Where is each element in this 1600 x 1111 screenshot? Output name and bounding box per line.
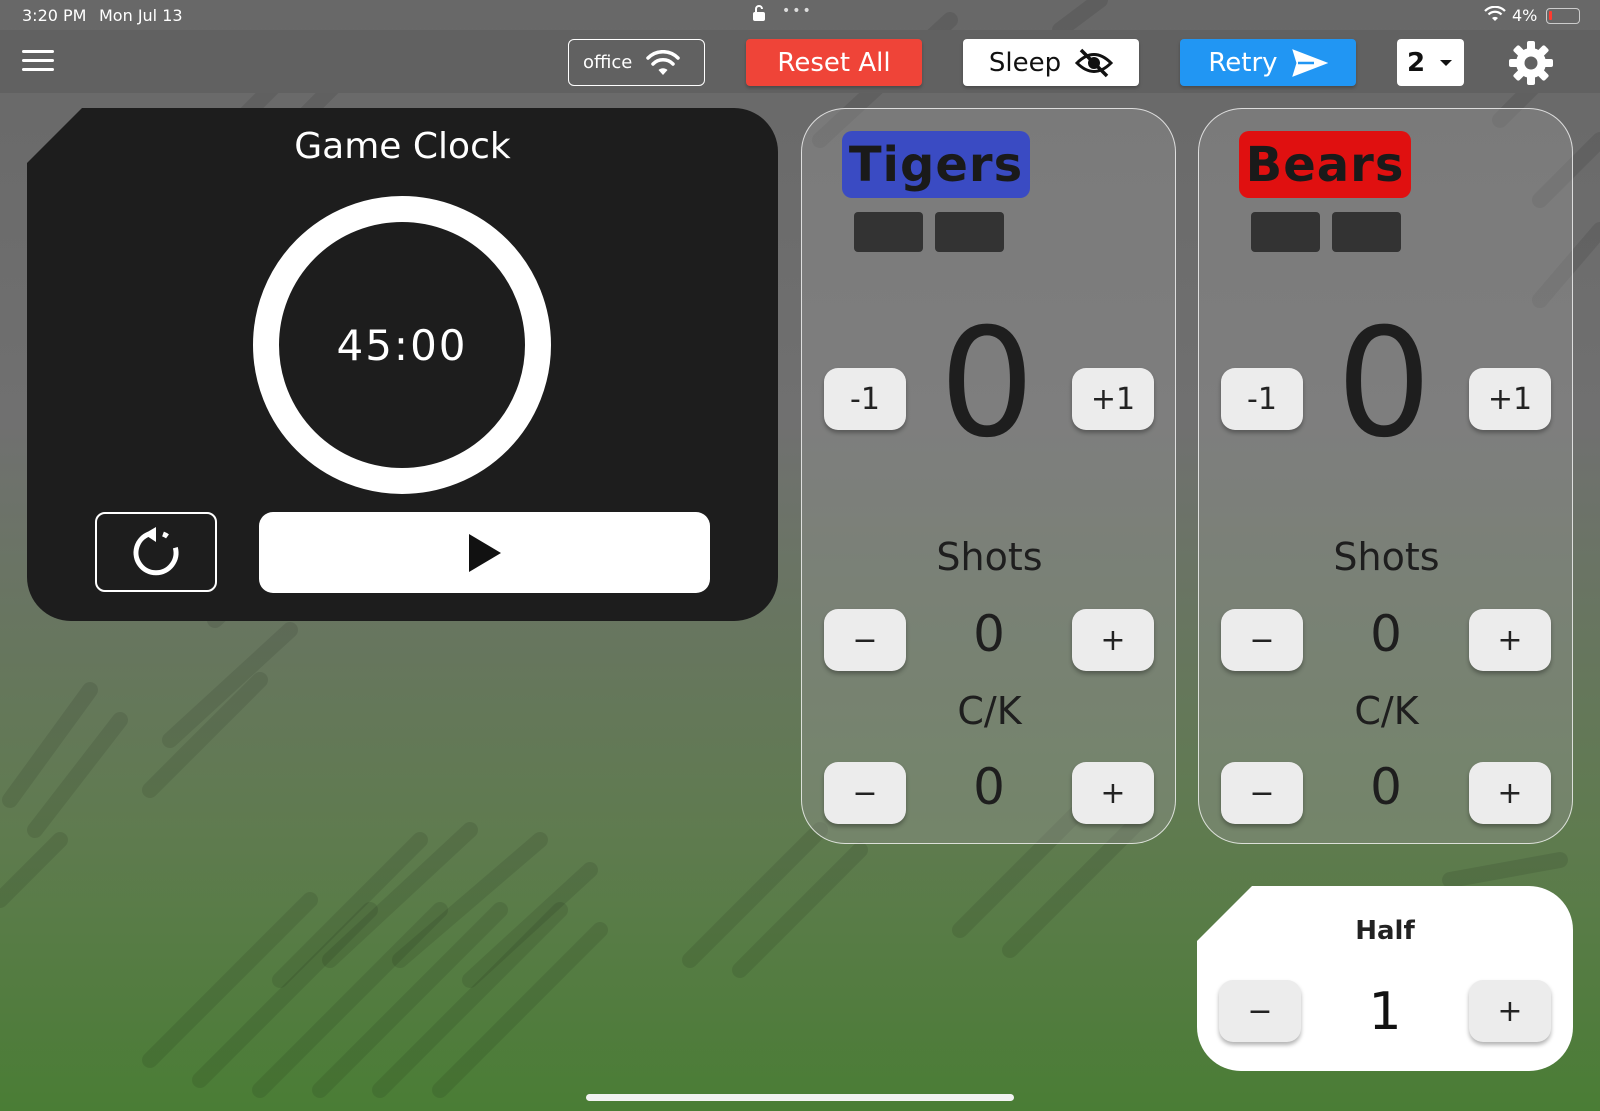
ck-label: C/K bbox=[1354, 689, 1419, 733]
ck-value: 0 bbox=[973, 758, 1005, 816]
play-icon bbox=[468, 533, 501, 572]
retry-label: Retry bbox=[1208, 47, 1278, 78]
status-time: 3:20 PM bbox=[22, 6, 87, 25]
count-value: 2 bbox=[1407, 47, 1426, 78]
game-clock-card: Game Clock 45:00 bbox=[27, 108, 778, 621]
half-minus-button[interactable]: − bbox=[1219, 980, 1301, 1042]
timeout-indicator[interactable] bbox=[854, 212, 923, 252]
score-minus-one-button[interactable]: -1 bbox=[824, 368, 906, 430]
team-panel-home: Tigers -1 0 +1 Shots − 0 + C/K − 0 + bbox=[801, 108, 1176, 844]
play-button[interactable] bbox=[259, 512, 710, 593]
shots-plus-button[interactable]: + bbox=[1072, 609, 1154, 671]
ck-label: C/K bbox=[957, 689, 1022, 733]
game-clock-title: Game Clock bbox=[294, 126, 511, 167]
shots-minus-button[interactable]: − bbox=[824, 609, 906, 671]
reset-all-button[interactable]: Reset All bbox=[746, 39, 922, 86]
retry-button[interactable]: Retry bbox=[1180, 39, 1356, 86]
sleep-label: Sleep bbox=[988, 47, 1062, 78]
network-button[interactable]: office bbox=[568, 39, 705, 86]
timeout-indicator[interactable] bbox=[1251, 212, 1320, 252]
ck-minus-button[interactable]: − bbox=[824, 762, 906, 824]
wifi-icon bbox=[646, 49, 681, 75]
shots-label: Shots bbox=[1333, 535, 1440, 579]
team-name-away[interactable]: Bears bbox=[1239, 131, 1411, 198]
send-icon bbox=[1291, 48, 1328, 77]
team-name-home[interactable]: Tigers bbox=[842, 131, 1030, 198]
half-card: Half − 1 + bbox=[1197, 886, 1573, 1071]
lock-icon bbox=[753, 5, 765, 21]
rotate-reset-icon bbox=[133, 527, 179, 576]
toolbar: office Reset All Sleep Retry 2 bbox=[0, 30, 1600, 93]
reset-clock-button[interactable] bbox=[95, 512, 217, 592]
score-plus-one-button[interactable]: +1 bbox=[1072, 368, 1154, 430]
battery-icon bbox=[1546, 8, 1580, 24]
ck-value: 0 bbox=[1370, 758, 1402, 816]
team-panel-away: Bears -1 0 +1 Shots − 0 + C/K − 0 + bbox=[1198, 108, 1573, 844]
ck-plus-button[interactable]: + bbox=[1469, 762, 1551, 824]
wifi-status-icon bbox=[1484, 6, 1506, 21]
timeout-indicator[interactable] bbox=[1332, 212, 1401, 252]
home-indicator[interactable] bbox=[586, 1094, 1014, 1101]
half-value: 1 bbox=[1368, 982, 1402, 1042]
half-label: Half bbox=[1355, 916, 1415, 946]
shots-minus-button[interactable]: − bbox=[1221, 609, 1303, 671]
score-plus-one-button[interactable]: +1 bbox=[1469, 368, 1551, 430]
shots-plus-button[interactable]: + bbox=[1469, 609, 1551, 671]
half-plus-button[interactable]: + bbox=[1469, 980, 1551, 1042]
multitasking-dots[interactable]: ••• bbox=[782, 3, 813, 19]
sleep-button[interactable]: Sleep bbox=[963, 39, 1139, 86]
timeout-indicator[interactable] bbox=[935, 212, 1004, 252]
hamburger-menu-icon[interactable] bbox=[22, 50, 54, 76]
count-dropdown[interactable]: 2 bbox=[1397, 39, 1464, 86]
clock-time[interactable]: 45:00 bbox=[253, 196, 551, 494]
team-score: 0 bbox=[1336, 297, 1432, 471]
eye-off-icon bbox=[1075, 48, 1114, 77]
status-bar: 3:20 PM Mon Jul 13 ••• 4% bbox=[0, 0, 1600, 30]
network-label: office bbox=[583, 52, 633, 73]
reset-all-label: Reset All bbox=[777, 47, 891, 78]
team-score: 0 bbox=[939, 297, 1035, 471]
caret-down-icon bbox=[1440, 59, 1453, 66]
battery-percent: 4% bbox=[1512, 6, 1538, 25]
shots-value: 0 bbox=[973, 605, 1005, 663]
shots-value: 0 bbox=[1370, 605, 1402, 663]
ck-minus-button[interactable]: − bbox=[1221, 762, 1303, 824]
shots-label: Shots bbox=[936, 535, 1043, 579]
status-date: Mon Jul 13 bbox=[99, 6, 183, 25]
settings-gear-icon[interactable] bbox=[1508, 40, 1554, 86]
score-minus-one-button[interactable]: -1 bbox=[1221, 368, 1303, 430]
ck-plus-button[interactable]: + bbox=[1072, 762, 1154, 824]
